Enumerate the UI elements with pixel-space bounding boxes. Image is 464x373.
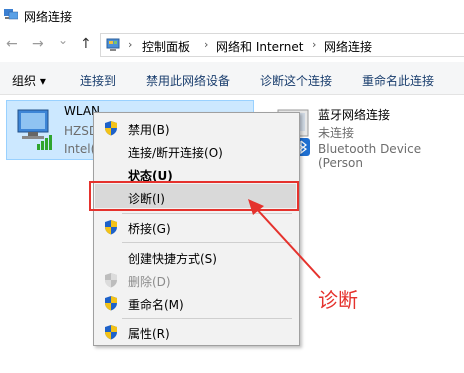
diagnose-connection-button[interactable]: 诊断这个连接 — [260, 72, 332, 89]
menu-item-create-shortcut[interactable]: 创建快捷方式(S) — [128, 250, 217, 267]
menu-item-disable[interactable]: 禁用(B) — [128, 121, 170, 138]
wireless-adapter-icon — [17, 109, 52, 150]
annotation-arrow — [248, 199, 321, 279]
organize-button[interactable]: 组织 ▾ — [12, 72, 46, 89]
menu-item-rename[interactable]: 重命名(M) — [128, 296, 184, 313]
uac-shield-icon — [105, 273, 117, 288]
menu-item-delete: 删除(D) — [128, 275, 171, 289]
rename-connection-button[interactable]: 重命名此连接 — [362, 72, 434, 89]
menu-item-properties[interactable]: 属性(R) — [128, 325, 170, 342]
uac-shield-icon — [105, 296, 117, 311]
window-title: 网络连接 — [24, 10, 73, 24]
menu-divider — [122, 318, 292, 319]
menu-item-connect-disconnect[interactable]: 连接/断开连接(O) — [128, 144, 223, 161]
disable-device-button[interactable]: 禁用此网络设备 — [146, 72, 230, 89]
bluetooth-device: Bluetooth Device (Person — [318, 142, 422, 170]
back-button[interactable]: ← — [6, 36, 18, 52]
uac-shield-icon — [105, 325, 117, 340]
network-connections-icon — [4, 9, 18, 20]
breadcrumb-network-connections[interactable]: 网络连接 — [324, 38, 372, 55]
control-panel-icon — [106, 38, 120, 51]
recent-locations-dropdown[interactable]: ⌄ — [58, 33, 68, 47]
breadcrumb-network-internet[interactable]: 网络和 Internet — [216, 38, 303, 55]
up-button[interactable]: ↑ — [80, 36, 92, 52]
breadcrumb-separator: › — [312, 38, 317, 51]
uac-shield-icon — [105, 220, 117, 235]
wlan-device: Intel( — [64, 142, 96, 156]
breadcrumb-separator: › — [204, 38, 209, 51]
annotation-label: 诊断 — [318, 288, 358, 312]
bluetooth-status: 未连接 — [318, 126, 355, 140]
connect-to-button[interactable]: 连接到 — [80, 72, 116, 89]
breadcrumb-separator: › — [128, 38, 133, 51]
forward-button[interactable]: → — [32, 36, 44, 52]
uac-shield-icon — [105, 121, 117, 136]
bluetooth-connection-name[interactable]: 蓝牙网络连接 — [318, 106, 390, 123]
menu-item-bridge[interactable]: 桥接(G) — [128, 220, 171, 237]
breadcrumb-control-panel[interactable]: 控制面板 — [142, 38, 190, 55]
